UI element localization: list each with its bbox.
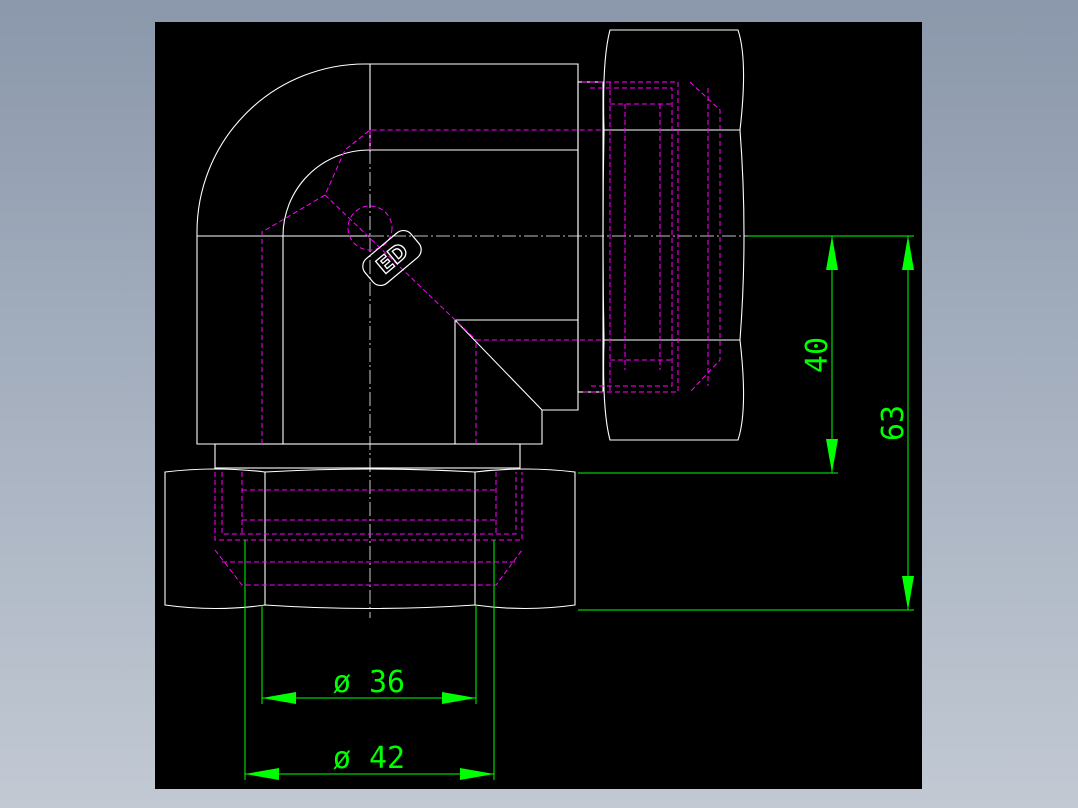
center-lines [369, 150, 748, 618]
ed-logo: ED [347, 205, 422, 287]
right-collar [577, 81, 604, 393]
dim-diameter-inner: ø 36 [333, 665, 405, 700]
logo-text: ED [372, 239, 414, 280]
cad-drawing: ED 40 63 ø 36 ø 42 [164, 29, 914, 780]
bottom-collar [214, 443, 521, 469]
right-hex-nut [602, 29, 745, 441]
dim-height-inner: 40 [800, 337, 835, 373]
dim-height-outer: 63 [876, 405, 911, 441]
dim-diameter-outer: ø 42 [333, 741, 405, 776]
elbow-chamfer [454, 319, 543, 411]
